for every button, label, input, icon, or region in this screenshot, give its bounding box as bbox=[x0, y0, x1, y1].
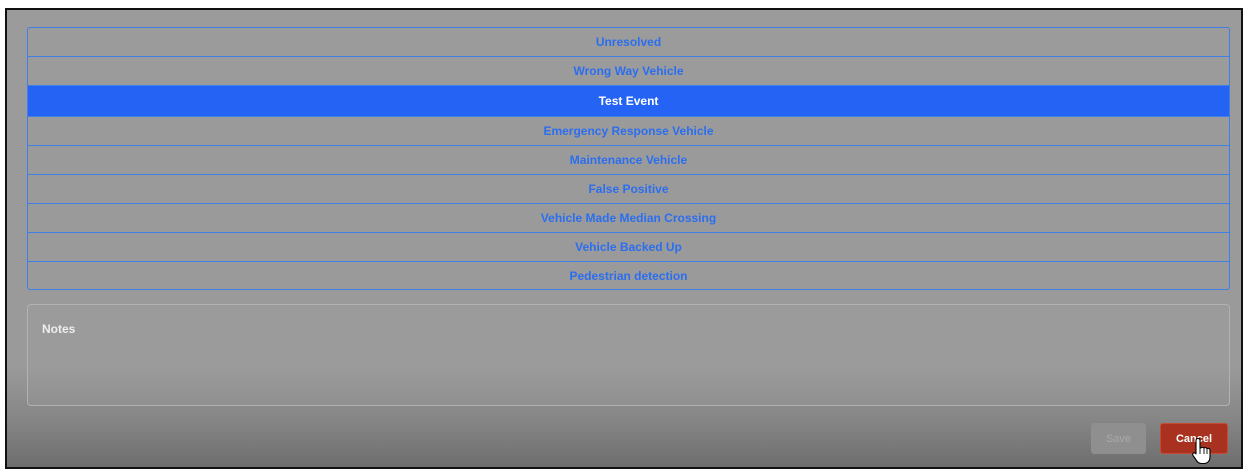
option-test-event[interactable]: Test Event bbox=[28, 86, 1229, 117]
option-emergency-response-vehicle[interactable]: Emergency Response Vehicle bbox=[28, 117, 1229, 146]
cancel-button[interactable]: Cancel bbox=[1160, 423, 1228, 454]
option-pedestrian-detection[interactable]: Pedestrian detection bbox=[28, 262, 1229, 289]
save-button[interactable]: Save bbox=[1091, 423, 1146, 454]
option-unresolved[interactable]: Unresolved bbox=[28, 28, 1229, 57]
option-false-positive[interactable]: False Positive bbox=[28, 175, 1229, 204]
resolution-option-list: Unresolved Wrong Way Vehicle Test Event … bbox=[27, 27, 1230, 290]
option-wrong-way-vehicle[interactable]: Wrong Way Vehicle bbox=[28, 57, 1229, 86]
event-resolution-dialog: Unresolved Wrong Way Vehicle Test Event … bbox=[5, 8, 1243, 469]
option-vehicle-backed-up[interactable]: Vehicle Backed Up bbox=[28, 233, 1229, 262]
option-maintenance-vehicle[interactable]: Maintenance Vehicle bbox=[28, 146, 1229, 175]
notes-label: Notes bbox=[42, 322, 76, 336]
option-vehicle-made-median-crossing[interactable]: Vehicle Made Median Crossing bbox=[28, 204, 1229, 233]
notes-field-container: Notes bbox=[27, 304, 1230, 406]
notes-input[interactable] bbox=[36, 341, 1221, 397]
